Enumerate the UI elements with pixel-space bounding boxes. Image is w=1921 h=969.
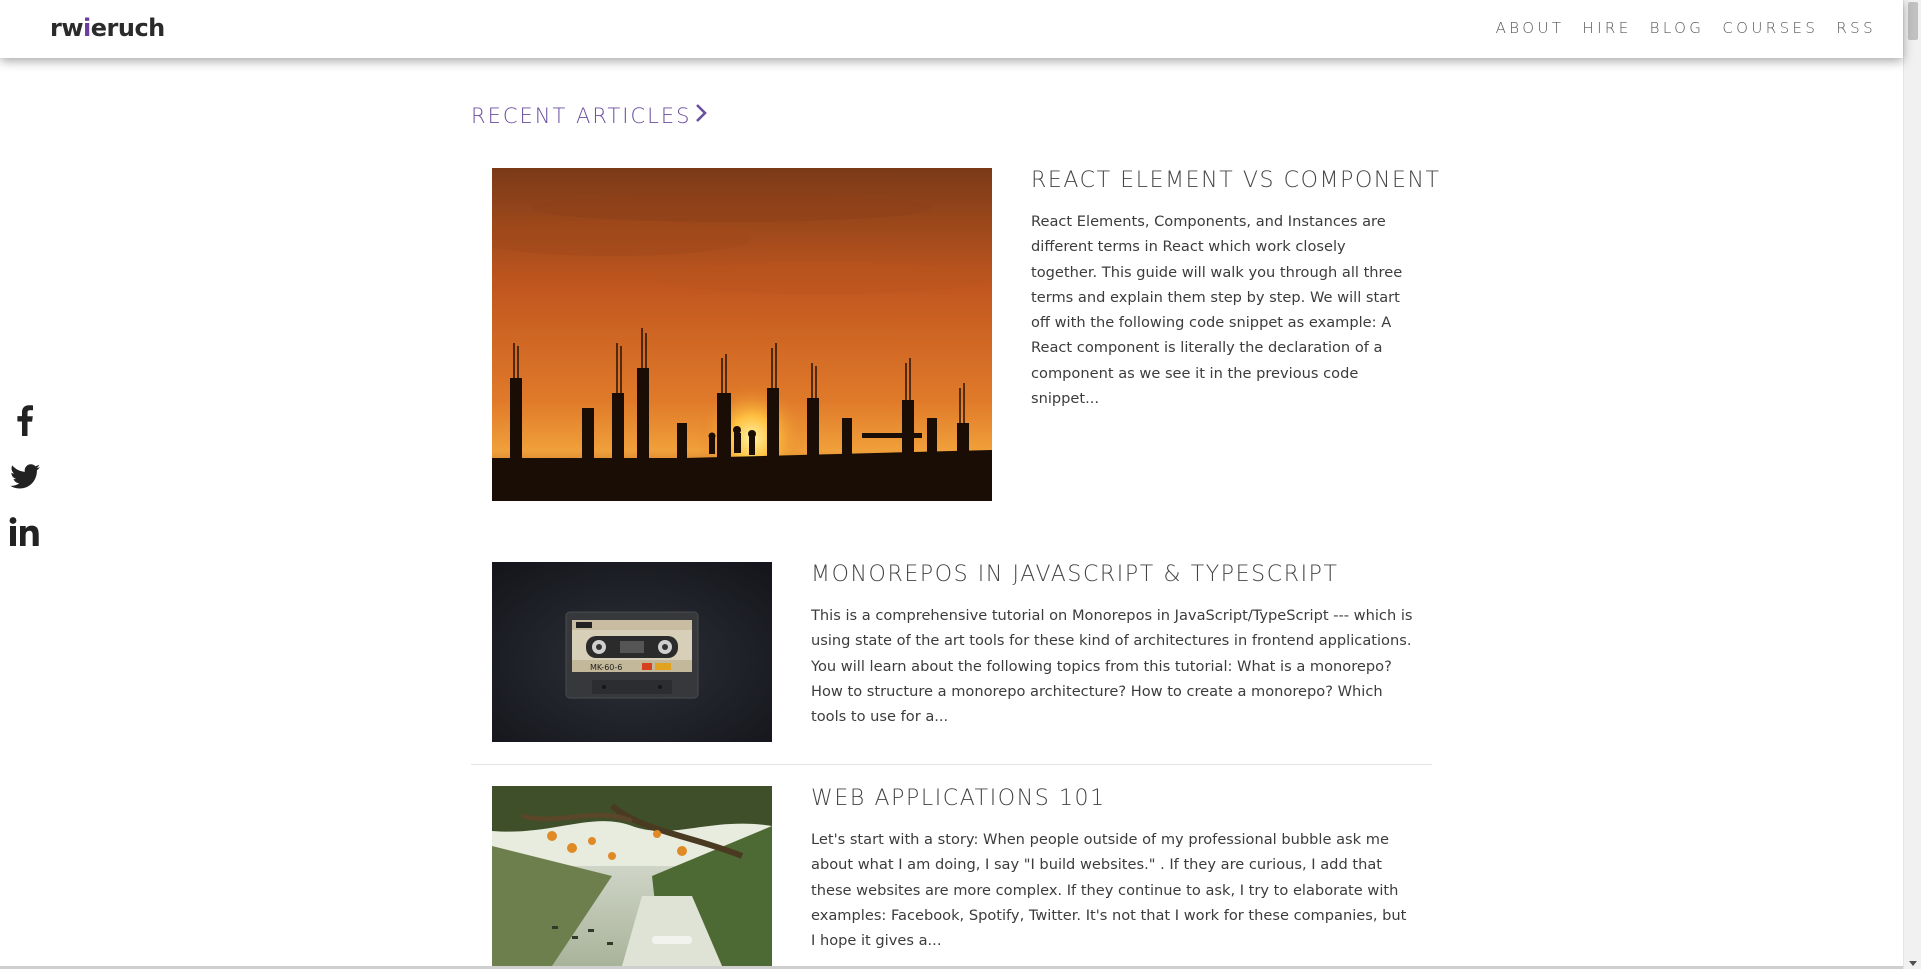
logo-prefix: rw [50, 14, 84, 42]
article-image-sunset[interactable] [492, 168, 992, 501]
scrollbar-thumb[interactable] [1908, 2, 1918, 40]
article-title[interactable]: WEB APPLICATIONS 101 [811, 786, 1106, 811]
nav-hire-link[interactable]: HIRE [1582, 19, 1631, 37]
page-scrollbar[interactable] [1903, 0, 1921, 969]
twitter-icon[interactable] [9, 460, 41, 492]
nav-courses-link[interactable]: COURSES [1722, 19, 1818, 37]
article-image-cassette[interactable]: MK-60-6 [492, 562, 772, 742]
article-image-canal[interactable] [492, 786, 772, 966]
article-title[interactable]: REACT ELEMENT VS COMPONENT [1031, 168, 1441, 193]
article-excerpt: This is a comprehensive tutorial on Mono… [811, 607, 1413, 726]
nav-about-link[interactable]: ABOUT [1496, 19, 1565, 37]
nav-rss-link[interactable]: RSS [1836, 19, 1876, 37]
article-excerpt: Let's start with a story: When people ou… [811, 831, 1407, 950]
social-share-bar [9, 404, 41, 572]
recent-articles-link[interactable]: RECENT ARTICLES [471, 103, 708, 128]
site-logo[interactable]: rwieruch [50, 14, 165, 42]
article-divider [471, 764, 1432, 765]
scroll-down-arrow-icon[interactable] [1909, 961, 1917, 966]
article-excerpt: React Elements, Components, and Instance… [1031, 213, 1403, 408]
logo-suffix: eruch [90, 14, 166, 42]
cassette-label-text: MK-60-6 [590, 663, 622, 672]
linkedin-icon[interactable] [9, 516, 41, 548]
section-title-text: RECENT ARTICLES [471, 103, 692, 128]
nav-blog-link[interactable]: BLOG [1650, 19, 1705, 37]
article-title[interactable]: MONOREPOS IN JAVASCRIPT & TYPESCRIPT [811, 562, 1339, 587]
site-header: rwieruch ABOUT HIRE BLOG COURSES RSS [0, 0, 1903, 58]
logo-dot: i [83, 14, 91, 42]
main-nav: ABOUT HIRE BLOG COURSES RSS [1478, 19, 1876, 37]
chevron-right-icon [695, 103, 708, 128]
facebook-icon[interactable] [9, 404, 41, 436]
